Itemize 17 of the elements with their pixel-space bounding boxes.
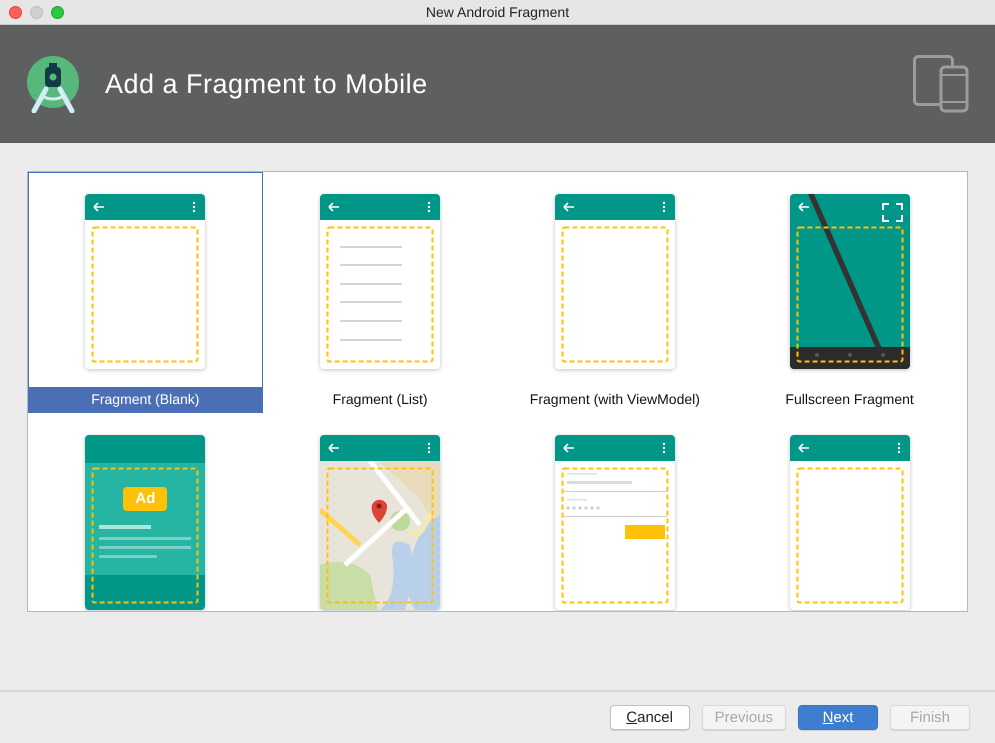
template-option[interactable]: Fullscreen Fragment [732,172,967,413]
template-label: Fullscreen Fragment [784,390,915,409]
header-title: Add a Fragment to Mobile [105,68,428,101]
close-window-button[interactable] [9,6,22,19]
window-title: New Android Fragment [426,2,570,22]
zoom-window-button[interactable] [51,6,64,19]
template-label: Fragment (with ViewModel) [528,390,701,409]
dialog-button[interactable]: Cancel [610,705,690,730]
ad-badge: Ad [123,487,168,511]
template-option[interactable]: Fragment (List) [262,172,498,413]
compass-logo-icon [26,55,80,113]
next-button[interactable]: Next [798,705,878,730]
template-label: Fragment (Blank) [29,387,262,412]
template-label: Fragment (List) [332,390,429,409]
devices-icon [913,55,969,113]
template-option[interactable]: Fragment (with ViewModel) [498,172,732,413]
template-option[interactable]: Fragment (Blank) [28,172,263,413]
